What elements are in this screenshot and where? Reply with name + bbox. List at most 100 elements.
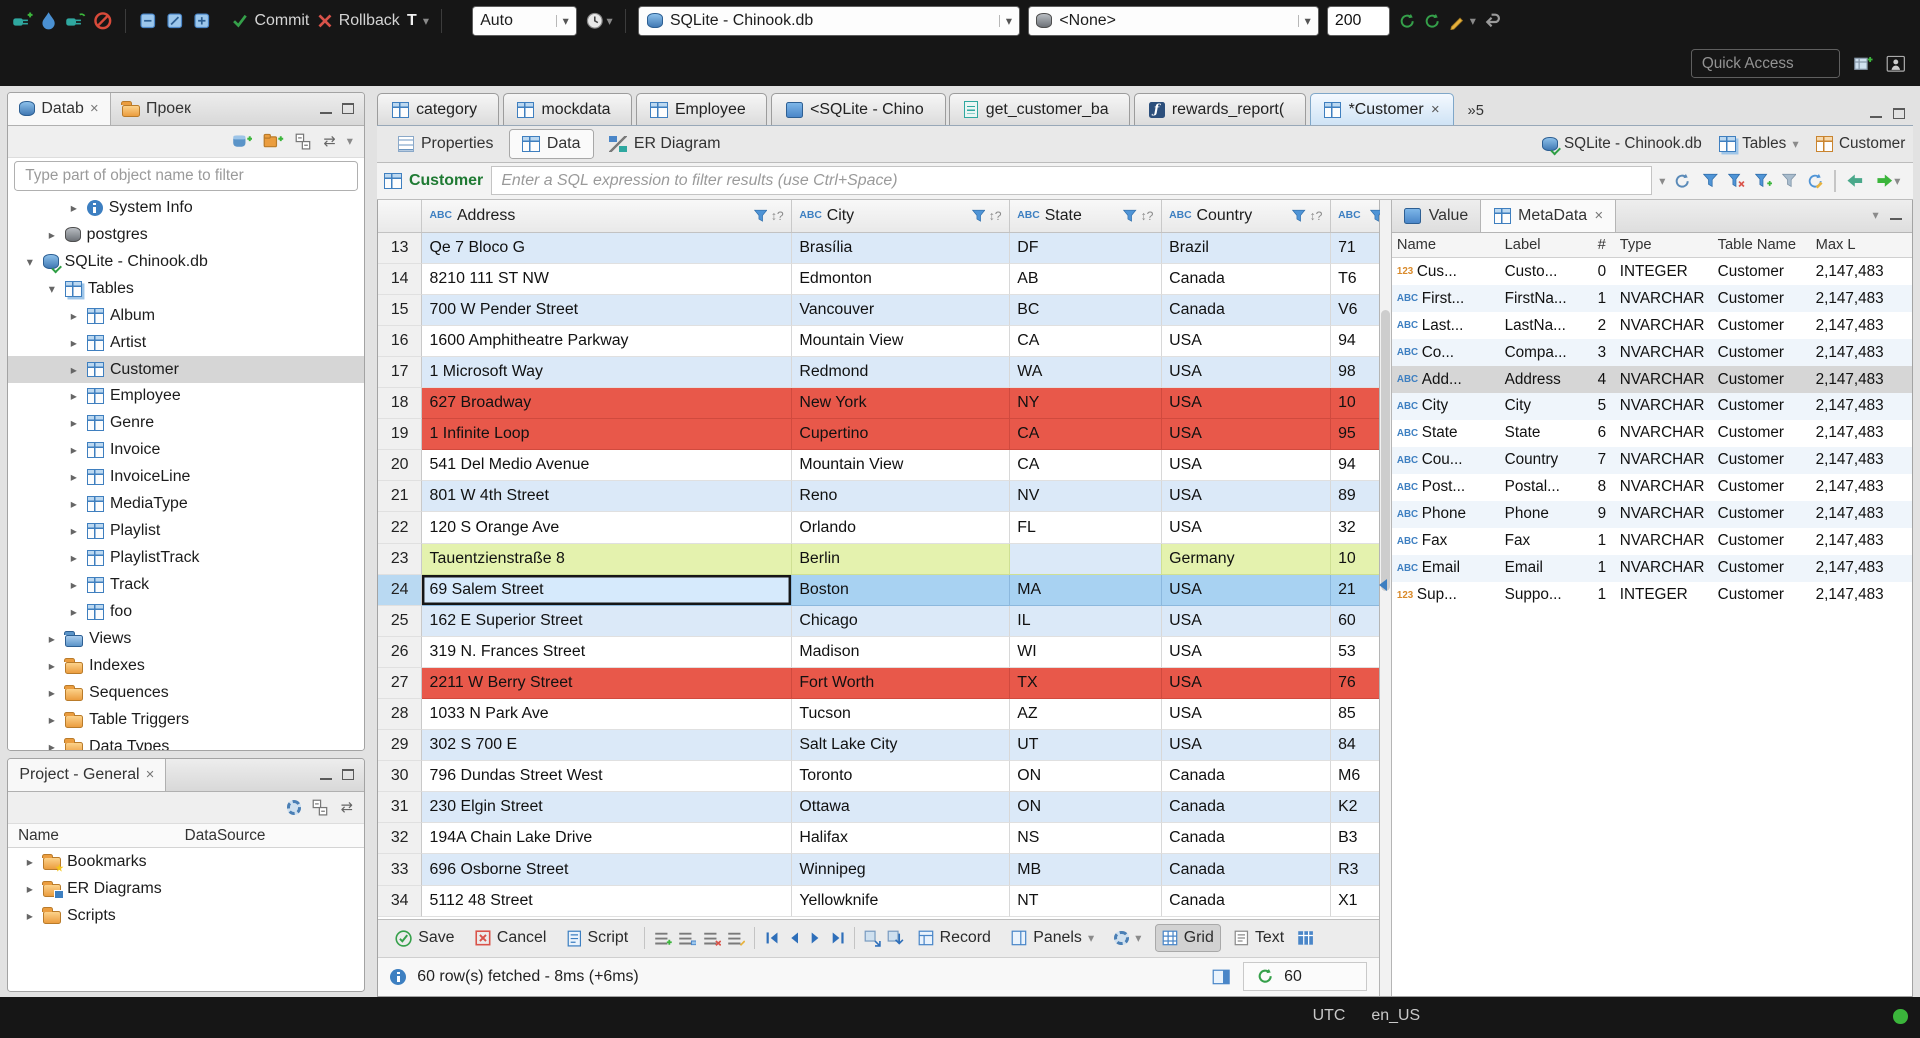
- add-row-icon[interactable]: [654, 930, 672, 947]
- panels-button[interactable]: Panels ▾: [1004, 924, 1101, 951]
- row-number[interactable]: 27: [378, 667, 423, 700]
- tree-item[interactable]: ▸ Track: [8, 572, 364, 599]
- nav-forward-icon[interactable]: ▾: [1875, 172, 1900, 189]
- cell-city[interactable]: Brasília: [791, 232, 1010, 264]
- column-header[interactable]: ABC City ↕?: [792, 199, 1010, 232]
- tree-item[interactable]: ▸ Customer: [8, 356, 364, 383]
- cell-state[interactable]: ON: [1009, 761, 1162, 793]
- metadata-row[interactable]: ABC Email Email 1 NVARCHAR Customer 2,147…: [1391, 554, 1912, 582]
- cell-postal[interactable]: R3: [1330, 854, 1379, 886]
- schema-combo[interactable]: <None> ▾: [1027, 6, 1320, 36]
- format-sql-icon[interactable]: ▾: [1449, 12, 1476, 30]
- first-page-icon[interactable]: [764, 930, 781, 946]
- editor-tab[interactable]: *Customer ×: [1309, 93, 1455, 126]
- dba-perspective-icon[interactable]: [1886, 54, 1906, 74]
- cell-city[interactable]: New York: [791, 388, 1010, 420]
- sql-editor-icon[interactable]: [138, 11, 158, 31]
- expand-arrow-icon[interactable]: ▸: [67, 363, 80, 377]
- cell-postal[interactable]: T6: [1330, 263, 1379, 295]
- expand-arrow-icon[interactable]: ▸: [45, 686, 58, 700]
- fetch-all-rows-icon[interactable]: [887, 930, 904, 947]
- cell-city[interactable]: Mountain View: [791, 325, 1010, 357]
- expand-arrow-icon[interactable]: ▾: [45, 282, 58, 296]
- result-presentation-icon[interactable]: [1297, 930, 1314, 946]
- row-number[interactable]: 20: [378, 450, 423, 482]
- cell-address[interactable]: 1 Infinite Loop: [422, 419, 792, 451]
- chevron-down-icon[interactable]: ▾: [1872, 209, 1878, 221]
- editor-subtab[interactable]: Data: [509, 129, 594, 159]
- expand-arrow-icon[interactable]: ▸: [45, 713, 58, 727]
- tab-projects[interactable]: Проек: [111, 93, 202, 125]
- cell-city[interactable]: Yellowknife: [791, 885, 1010, 917]
- refresh-icon[interactable]: [1673, 172, 1691, 190]
- collapse-all-icon[interactable]: [295, 133, 312, 150]
- cell-address[interactable]: 627 Broadway: [422, 388, 792, 420]
- tree-item[interactable]: ▸ PlaylistTrack: [8, 545, 364, 572]
- expand-arrow-icon[interactable]: ▸: [67, 605, 80, 619]
- add-connection-icon[interactable]: [232, 132, 253, 150]
- cell-state[interactable]: FL: [1009, 512, 1162, 544]
- cell-state[interactable]: AZ: [1009, 699, 1162, 731]
- row-number[interactable]: 13: [378, 232, 423, 264]
- expand-arrow-icon[interactable]: ▸: [67, 309, 80, 323]
- previous-page-icon[interactable]: [787, 930, 802, 946]
- column-header-datasource[interactable]: DataSource: [185, 827, 364, 845]
- cell-address[interactable]: 194A Chain Lake Drive: [422, 823, 792, 855]
- cell-country[interactable]: USA: [1161, 450, 1331, 482]
- tab-metadata[interactable]: MetaData ×: [1480, 199, 1617, 232]
- cell-state[interactable]: NY: [1009, 388, 1162, 420]
- cell-postal[interactable]: 32: [1330, 512, 1379, 544]
- metadata-column-header[interactable]: Label: [1500, 233, 1593, 258]
- gear-icon[interactable]: [286, 800, 302, 815]
- tree-item[interactable]: ▸ InvoiceLine: [8, 464, 364, 491]
- tree-item[interactable]: ▸ Data Types: [8, 733, 364, 750]
- transaction-log-button[interactable]: T ▾: [407, 12, 429, 30]
- row-number[interactable]: 29: [378, 730, 423, 762]
- close-icon[interactable]: ×: [146, 767, 155, 783]
- cell-state[interactable]: WI: [1009, 636, 1162, 668]
- cell-country[interactable]: Canada: [1161, 294, 1331, 326]
- expand-arrow-icon[interactable]: ▸: [67, 201, 80, 215]
- refresh-settings-icon[interactable]: [1806, 172, 1824, 190]
- metadata-row[interactable]: ABC Fax Fax 1 NVARCHAR Customer 2,147,483: [1391, 527, 1912, 555]
- metadata-row[interactable]: ABC Phone Phone 9 NVARCHAR Customer 2,147…: [1391, 500, 1912, 528]
- cell-postal[interactable]: 98: [1330, 356, 1379, 389]
- cell-state[interactable]: CA: [1009, 325, 1162, 357]
- row-number[interactable]: 16: [378, 325, 423, 357]
- cell-city[interactable]: Ottawa: [791, 792, 1010, 824]
- metadata-column-header[interactable]: Table Name: [1713, 233, 1811, 258]
- sync-connection-icon[interactable]: [1398, 12, 1416, 30]
- cell-city[interactable]: Mountain View: [791, 450, 1010, 482]
- cell-city[interactable]: Boston: [791, 574, 1010, 606]
- cell-country[interactable]: USA: [1161, 605, 1331, 637]
- column-header[interactable]: ABC Address ↕?: [422, 199, 792, 232]
- sort-icon[interactable]: ↕?: [1141, 209, 1154, 223]
- row-number[interactable]: 22: [378, 512, 423, 544]
- filter-save-icon[interactable]: [1754, 173, 1772, 188]
- cell-city[interactable]: Redmond: [791, 356, 1010, 389]
- navigator-filter-input[interactable]: [14, 161, 358, 191]
- cell-country[interactable]: Canada: [1161, 823, 1331, 855]
- column-header[interactable]: ABC ↕?: [1331, 200, 1380, 232]
- editor-tab[interactable]: mockdata: [502, 93, 633, 126]
- column-header-name[interactable]: Name: [8, 827, 184, 845]
- cell-city[interactable]: Edmonton: [791, 263, 1010, 295]
- filter-remove-icon[interactable]: [1727, 173, 1745, 188]
- cell-country[interactable]: USA: [1161, 356, 1331, 389]
- column-header[interactable]: ABC State ↕?: [1010, 199, 1162, 232]
- cell-city[interactable]: Cupertino: [791, 419, 1010, 451]
- metadata-row[interactable]: ABC City City 5 NVARCHAR Customer 2,147,4…: [1391, 393, 1912, 420]
- metadata-row[interactable]: ABC State State 6 NVARCHAR Customer 2,147…: [1391, 419, 1912, 447]
- cell-city[interactable]: Fort Worth: [791, 667, 1010, 700]
- record-button[interactable]: Record: [910, 924, 998, 951]
- maximize-icon[interactable]: [1893, 107, 1906, 119]
- expand-arrow-icon[interactable]: ▸: [67, 578, 80, 592]
- scrollbar-thumb[interactable]: [1380, 309, 1390, 592]
- row-number[interactable]: 30: [378, 761, 423, 793]
- row-number[interactable]: 31: [378, 792, 423, 824]
- cell-address[interactable]: 1033 N Park Ave: [422, 699, 792, 731]
- cell-postal[interactable]: 85: [1330, 699, 1379, 731]
- metadata-row[interactable]: ABC Co... Compa... 3 NVARCHAR Customer 2,…: [1391, 339, 1912, 367]
- tree-item[interactable]: ▸ Invoice: [8, 437, 364, 464]
- cell-postal[interactable]: X1: [1330, 885, 1379, 917]
